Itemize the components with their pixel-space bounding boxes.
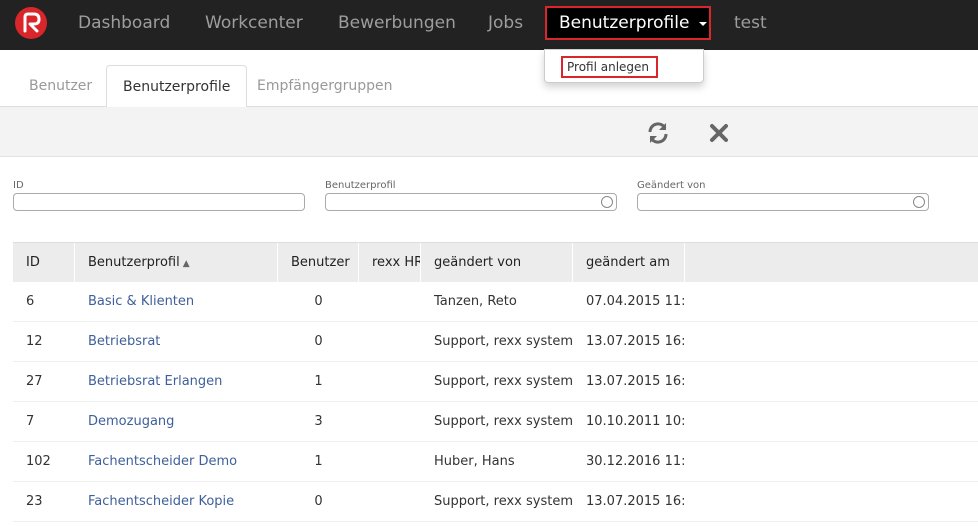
cell-changed-by: Support, rexx systems (434, 374, 573, 389)
column-header-geaendert-am[interactable]: geändert am (573, 243, 685, 283)
table-row[interactable]: 23 Fachentscheider Kopie 0 Support, rexx… (13, 482, 978, 522)
menu-item-profil-anlegen[interactable]: Profil anlegen (561, 56, 658, 78)
cell-changed-at: 13.07.2015 16:35 (586, 334, 685, 349)
nav-benutzerprofile-dropdown-toggle[interactable]: Benutzerprofile (545, 6, 711, 40)
column-header-geaendert-am-label: geändert am (586, 255, 670, 270)
nav-benutzerprofile-label: Benutzerprofile (559, 13, 690, 33)
filter-changed-by-input[interactable] (637, 193, 929, 211)
cell-changed-by: Support, rexx systems (434, 414, 573, 429)
cell-users: 1 (314, 374, 323, 389)
cell-changed-at: 10.10.2011 10:34 (586, 414, 685, 429)
nav-bewerbungen[interactable]: Bewerbungen (338, 0, 456, 46)
cell-users: 0 (314, 494, 323, 509)
column-header-id-label: ID (26, 255, 40, 270)
column-header-rexx-hr-label: rexx HR (372, 255, 421, 270)
filter-profile-input[interactable] (325, 193, 617, 211)
tab-bar: Benutzer Benutzerprofile Empfängergruppe… (0, 50, 978, 108)
cell-changed-at: 30.12.2016 11:46 (586, 454, 685, 469)
table-row[interactable]: 6 Basic & Klienten 0 Tanzen, Reto 07.04.… (13, 282, 978, 322)
table-row[interactable]: 12 Betriebsrat 0 Support, rexx systems 1… (13, 322, 978, 362)
table-row[interactable]: 102 Fachentscheider Demo 1 Huber, Hans 3… (13, 442, 978, 482)
nav-test[interactable]: test (734, 0, 767, 46)
cell-users: 1 (314, 454, 323, 469)
cell-rexx-hr (359, 322, 421, 362)
nav-dashboard[interactable]: Dashboard (78, 0, 170, 46)
filter-id-label: ID (13, 180, 24, 191)
top-navbar: Dashboard Workcenter Bewerbungen Jobs Be… (0, 0, 978, 50)
nav-jobs[interactable]: Jobs (488, 0, 523, 46)
cell-changed-by: Tanzen, Reto (434, 294, 517, 309)
toolbar (0, 107, 978, 157)
tab-benutzer[interactable]: Benutzer (13, 65, 108, 107)
column-header-benutzer-label: Benutzer (291, 255, 350, 270)
filter-id-input[interactable] (13, 193, 305, 211)
tab-benutzerprofile[interactable]: Benutzerprofile (106, 65, 248, 108)
cell-profile-link[interactable]: Basic & Klienten (75, 282, 278, 322)
table-row[interactable]: 27 Betriebsrat Erlangen 1 Support, rexx … (13, 362, 978, 402)
cell-id: 12 (26, 334, 43, 349)
cell-changed-at: 07.04.2015 11:14 (586, 294, 685, 309)
refresh-icon[interactable] (646, 121, 670, 145)
cell-users: 0 (314, 334, 323, 349)
benutzerprofile-dropdown-menu: Profil anlegen (544, 49, 704, 83)
column-header-id[interactable]: ID (13, 243, 75, 283)
column-header-benutzerprofil[interactable]: Benutzerprofil ▲ (75, 243, 278, 283)
close-icon[interactable] (707, 121, 731, 145)
cell-changed-at: 13.07.2015 16:35 (586, 374, 685, 389)
cell-changed-by: Support, rexx systems (434, 334, 573, 349)
cell-profile-link[interactable]: Demozugang (75, 402, 278, 442)
column-header-geaendert-von[interactable]: geändert von (421, 243, 573, 283)
tab-empfaengergruppen[interactable]: Empfängergruppen (241, 65, 409, 107)
filter-changed-by-label: Geändert von (637, 180, 706, 191)
cell-rexx-hr (359, 442, 421, 482)
cell-users: 3 (314, 414, 323, 429)
cell-changed-by: Support, rexx systems (434, 494, 573, 509)
sort-ascending-icon: ▲ (182, 259, 190, 269)
cell-users: 0 (314, 294, 323, 309)
cell-id: 6 (26, 294, 35, 309)
cell-changed-at: 13.07.2015 16:35 (586, 494, 685, 509)
column-header-geaendert-von-label: geändert von (434, 255, 522, 270)
cell-id: 27 (26, 374, 43, 389)
cell-rexx-hr (359, 362, 421, 402)
cell-id: 23 (26, 494, 43, 509)
cell-rexx-hr (359, 482, 421, 522)
table-header: ID Benutzerprofil ▲ Benutzer rexx HR geän… (13, 242, 978, 283)
nav-workcenter[interactable]: Workcenter (205, 0, 303, 46)
column-header-benutzerprofil-label: Benutzerprofil (88, 255, 180, 270)
brand-logo-icon[interactable] (15, 7, 47, 39)
table-row[interactable]: 7 Demozugang 3 Support, rexx systems 10.… (13, 402, 978, 442)
cell-rexx-hr (359, 282, 421, 322)
caret-down-icon (699, 22, 707, 26)
cell-profile-link[interactable]: Fachentscheider Demo (75, 442, 278, 482)
cell-id: 7 (26, 414, 35, 429)
profiles-table: ID Benutzerprofil ▲ Benutzer rexx HR geän… (13, 242, 978, 526)
cell-profile-link[interactable]: Betriebsrat Erlangen (75, 362, 278, 402)
cell-profile-link[interactable]: Fachentscheider Kopie (75, 482, 278, 522)
column-header-rexx-hr[interactable]: rexx HR (359, 243, 421, 283)
select-circle-icon (601, 196, 613, 208)
select-circle-icon (913, 196, 925, 208)
column-header-benutzer[interactable]: Benutzer (278, 243, 359, 283)
cell-changed-by: Huber, Hans (434, 454, 515, 469)
cell-profile-link[interactable]: Betriebsrat (75, 322, 278, 362)
cell-rexx-hr (359, 402, 421, 442)
cell-id: 102 (26, 454, 51, 469)
filter-profile-label: Benutzerprofil (325, 180, 396, 191)
